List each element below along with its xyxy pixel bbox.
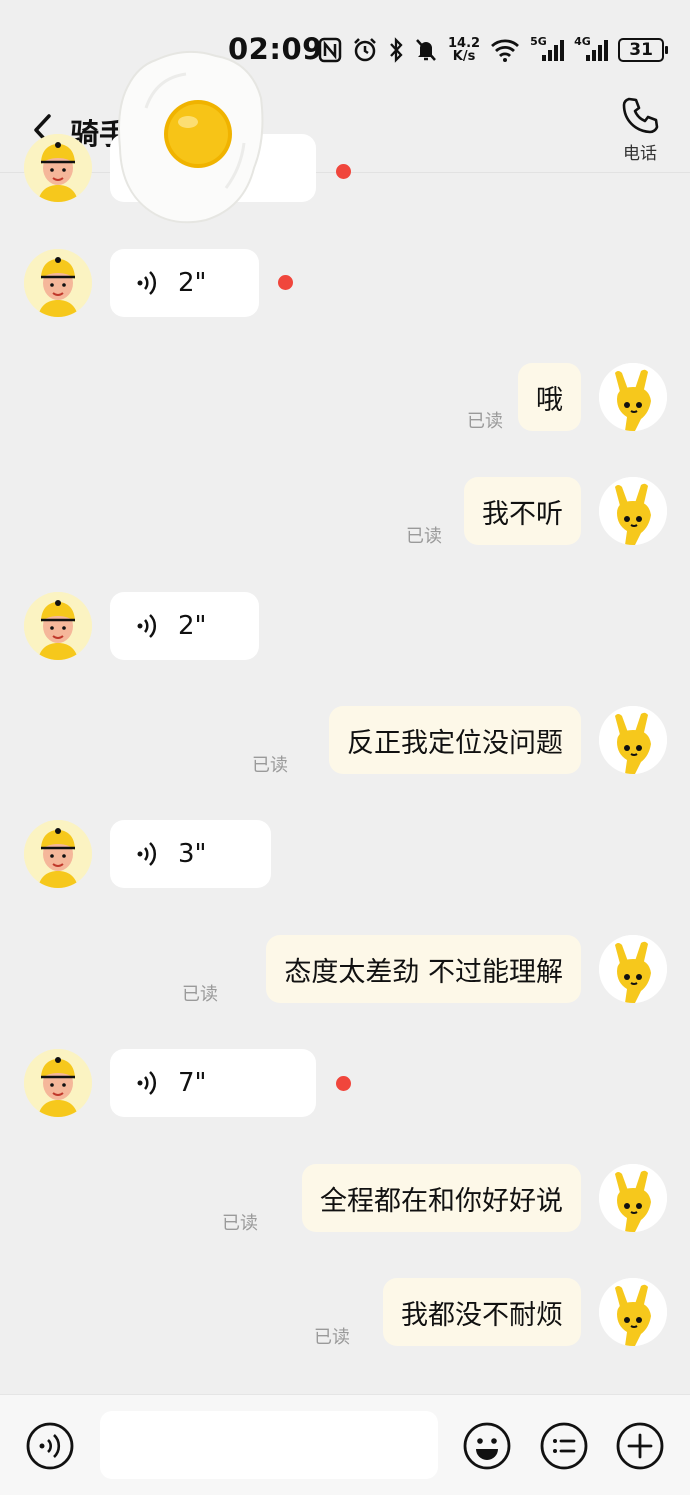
battery-icon: 31 — [618, 38, 669, 62]
call-label: 电话 — [623, 144, 657, 164]
voice-wave-icon — [137, 271, 157, 295]
more-button[interactable] — [614, 1420, 666, 1472]
call-button[interactable]: 电话 — [612, 95, 668, 167]
voice-duration: 2" — [178, 268, 207, 298]
alarm-icon — [352, 37, 378, 63]
chat-header: 骑手 电话 — [0, 95, 690, 173]
voice-input-button[interactable] — [24, 1420, 76, 1472]
rider-avatar[interactable] — [24, 592, 92, 660]
input-bar — [0, 1394, 690, 1495]
mute-icon — [414, 37, 438, 63]
voice-duration: 2" — [178, 611, 207, 641]
voice-message-bubble[interactable]: 2" — [110, 249, 259, 317]
nfc-icon — [318, 37, 342, 63]
read-status: 已读 — [467, 411, 503, 432]
read-status: 已读 — [182, 984, 218, 1005]
my-avatar[interactable] — [599, 363, 667, 431]
read-status: 已读 — [252, 755, 288, 776]
signal-5g-icon: 5G — [530, 35, 565, 63]
fried-egg-sticker — [116, 48, 266, 226]
voice-wave-icon — [137, 1071, 157, 1095]
signal-4g-label: 4G — [574, 35, 591, 48]
net-speed-unit: K/s — [452, 49, 476, 64]
voice-message-bubble[interactable]: 3" — [110, 820, 271, 888]
read-status: 已读 — [222, 1213, 258, 1234]
voice-wave-icon — [137, 614, 157, 638]
status-bar: 02:09 14.2 K/s 5G 4G 31 — [0, 0, 690, 95]
rider-avatar[interactable] — [24, 1049, 92, 1117]
unread-dot — [336, 1076, 351, 1091]
read-status: 已读 — [314, 1327, 350, 1348]
text-message-bubble[interactable]: 全程都在和你好好说 — [302, 1164, 581, 1232]
message-input[interactable] — [100, 1411, 438, 1479]
list-icon — [540, 1422, 588, 1470]
chat-screen: 02:09 14.2 K/s 5G 4G 31 骑手 电话 2" 已读 哦 已读… — [0, 0, 690, 1495]
bluetooth-icon — [388, 37, 404, 63]
voice-message-bubble[interactable]: 2" — [110, 592, 259, 660]
rider-avatar[interactable] — [24, 134, 92, 202]
signal-4g-icon: 4G — [574, 35, 609, 63]
voice-duration: 3" — [178, 839, 207, 869]
voice-message-bubble[interactable]: 7" — [110, 1049, 316, 1117]
voice-wave-icon — [26, 1422, 74, 1470]
phone-icon — [622, 97, 659, 134]
text-message-bubble[interactable]: 反正我定位没问题 — [329, 706, 581, 774]
my-avatar[interactable] — [599, 1278, 667, 1346]
signal-5g-label: 5G — [530, 35, 547, 48]
unread-dot — [278, 275, 293, 290]
text-message-bubble[interactable]: 我都没不耐烦 — [383, 1278, 581, 1346]
battery-level: 31 — [629, 40, 653, 60]
unread-dot — [336, 164, 351, 179]
plus-circle-icon — [616, 1422, 664, 1470]
voice-duration: 7" — [178, 1068, 207, 1098]
my-avatar[interactable] — [599, 477, 667, 545]
emoji-button[interactable] — [461, 1420, 513, 1472]
net-speed: 14.2 K/s — [448, 37, 480, 63]
wifi-icon — [490, 38, 520, 62]
rider-avatar[interactable] — [24, 820, 92, 888]
text-message-bubble[interactable]: 哦 — [518, 363, 581, 431]
voice-wave-icon — [137, 842, 157, 866]
status-icons: 14.2 K/s 5G 4G 31 — [318, 32, 669, 68]
read-status: 已读 — [406, 526, 442, 547]
quick-reply-button[interactable] — [538, 1420, 590, 1472]
my-avatar[interactable] — [599, 935, 667, 1003]
rider-avatar[interactable] — [24, 249, 92, 317]
text-message-bubble[interactable]: 态度太差劲 不过能理解 — [266, 935, 581, 1003]
my-avatar[interactable] — [599, 706, 667, 774]
emoji-icon — [463, 1422, 511, 1470]
my-avatar[interactable] — [599, 1164, 667, 1232]
text-message-bubble[interactable]: 我不听 — [464, 477, 581, 545]
